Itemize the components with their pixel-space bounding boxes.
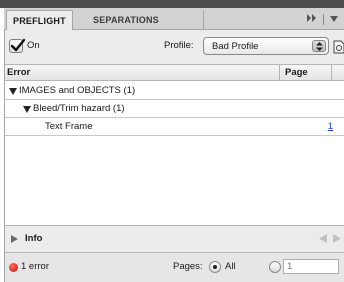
info-label[interactable]: Info [25,233,42,244]
list-item-text-frame[interactable]: Text Frame 1 [5,118,344,136]
pages-range-radio[interactable] [269,261,281,273]
column-error[interactable]: Error [7,67,30,78]
error-status-icon [9,263,18,272]
list-item-label: Bleed/Trim hazard (1) [33,103,125,114]
profile-select[interactable]: Bad Profile [203,37,329,55]
panel-tab-bar: PREFLIGHT SEPARATIONS PREVIEW [4,8,344,45]
double-chevron-right-icon[interactable] [307,14,317,24]
info-section: Info [5,231,344,247]
preflight-panel: On Profile: Bad Profile Error Page IMAGE… [4,30,344,282]
triangle-down-icon[interactable] [9,87,17,98]
define-profiles-icon[interactable] [333,38,344,54]
select-arrows-icon [312,40,326,52]
triangle-down-icon[interactable] [23,105,31,116]
next-arrow-icon[interactable] [333,234,341,246]
column-divider [331,65,332,81]
list-header: Error Page [5,65,344,81]
error-count[interactable]: 1 error [21,261,49,272]
profile-value: Bad Profile [212,41,259,52]
column-page[interactable]: Page [285,67,308,78]
tab-preflight[interactable]: PREFLIGHT [6,10,73,31]
menu-divider [323,13,324,25]
triangle-right-icon[interactable] [11,235,18,246]
pages-all-radio[interactable] [209,261,221,273]
previous-arrow-icon[interactable] [319,234,327,246]
on-label: On [27,40,40,51]
column-divider [279,65,280,81]
profile-row: On Profile: Bad Profile [5,36,344,58]
on-checkbox[interactable] [9,38,26,53]
list-item-label: Text Frame [45,121,93,132]
pages-label: Pages: [173,261,203,272]
window-top-strip [0,0,344,8]
error-list: Error Page IMAGES and OBJECTS (1) Bleed/… [5,64,344,226]
info-nav [319,234,341,246]
status-bar: 1 error Pages: All [5,252,344,282]
profile-label: Profile: [164,40,194,51]
pages-range-input[interactable] [283,259,339,274]
checkmark-icon [10,38,26,52]
panel-menu[interactable] [302,11,338,27]
pages-all-label: All [225,261,236,272]
list-item-label: IMAGES and OBJECTS (1) [19,85,136,96]
page-link[interactable]: 1 [328,121,333,132]
list-item-bleed-trim[interactable]: Bleed/Trim hazard (1) [5,100,344,118]
tab-separations-preview[interactable]: SEPARATIONS PREVIEW [87,10,204,45]
panel-options-icon[interactable] [330,15,338,24]
list-item-images-objects[interactable]: IMAGES and OBJECTS (1) [5,82,344,100]
